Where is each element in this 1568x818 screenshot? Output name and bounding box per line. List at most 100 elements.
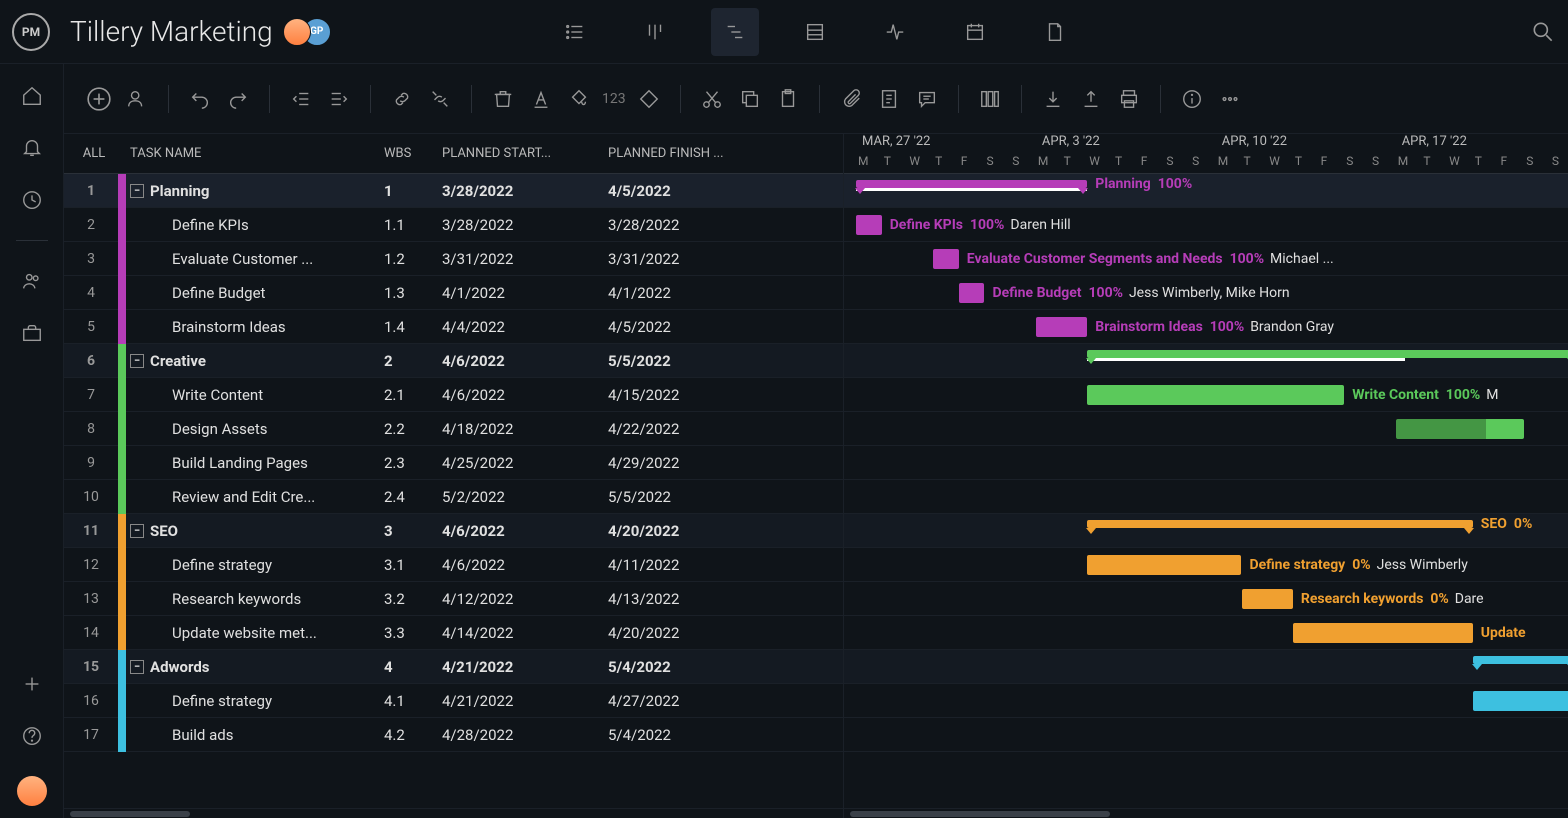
delete-icon[interactable] [488, 84, 518, 114]
view-file-icon[interactable] [1031, 8, 1079, 56]
task-name-cell[interactable]: Define KPIs [126, 216, 384, 234]
collapse-icon[interactable]: − [130, 524, 144, 538]
start-cell[interactable]: 3/28/2022 [442, 216, 608, 234]
collapse-icon[interactable]: − [130, 354, 144, 368]
task-name-cell[interactable]: Build Landing Pages [126, 454, 384, 472]
finish-cell[interactable]: 5/4/2022 [608, 726, 843, 744]
task-row[interactable]: 14Update website met...3.34/14/20224/20/… [64, 616, 843, 650]
start-cell[interactable]: 4/6/2022 [442, 556, 608, 574]
view-sheet-icon[interactable] [791, 8, 839, 56]
attachment-icon[interactable] [836, 84, 866, 114]
gantt-task-bar[interactable]: Define strategy 0%Jess Wimberly [1087, 555, 1241, 575]
task-row[interactable]: 2Define KPIs1.13/28/20223/28/2022 [64, 208, 843, 242]
copy-icon[interactable] [735, 84, 765, 114]
indent-icon[interactable] [324, 84, 354, 114]
unlink-icon[interactable] [425, 84, 455, 114]
task-row[interactable]: 11−SEO34/6/20224/20/2022 [64, 514, 843, 548]
task-name-cell[interactable]: Review and Edit Cre... [126, 488, 384, 506]
collapse-icon[interactable]: − [130, 660, 144, 674]
bell-icon[interactable] [20, 136, 44, 160]
gantt-summary-bar[interactable]: Planning 100% [856, 180, 1087, 188]
col-start[interactable]: PLANNED START... [442, 146, 608, 161]
task-row[interactable]: 15−Adwords44/21/20225/4/2022 [64, 650, 843, 684]
help-icon[interactable] [20, 724, 44, 748]
gantt-task-bar[interactable]: Evaluate Customer Segments and Needs 100… [933, 249, 959, 269]
start-cell[interactable]: 3/31/2022 [442, 250, 608, 268]
task-row[interactable]: 16Define strategy4.14/21/20224/27/2022 [64, 684, 843, 718]
start-cell[interactable]: 4/4/2022 [442, 318, 608, 336]
task-name-cell[interactable]: Define strategy [126, 556, 384, 574]
undo-icon[interactable] [185, 84, 215, 114]
redo-icon[interactable] [223, 84, 253, 114]
clock-icon[interactable] [20, 188, 44, 212]
task-name-cell[interactable]: −Planning [126, 182, 384, 200]
view-activity-icon[interactable] [871, 8, 919, 56]
outdent-icon[interactable] [286, 84, 316, 114]
add-icon[interactable] [20, 672, 44, 696]
start-cell[interactable]: 4/14/2022 [442, 624, 608, 642]
task-row[interactable]: 3Evaluate Customer ...1.23/31/20223/31/2… [64, 242, 843, 276]
gantt-task-bar[interactable]: Update [1293, 623, 1473, 643]
view-board-icon[interactable] [631, 8, 679, 56]
task-name-cell[interactable]: −SEO [126, 522, 384, 540]
gantt-h-scroll[interactable] [844, 808, 1568, 818]
print-icon[interactable] [1114, 84, 1144, 114]
task-row[interactable]: 13Research keywords3.24/12/20224/13/2022 [64, 582, 843, 616]
import-icon[interactable] [1038, 84, 1068, 114]
task-name-cell[interactable]: Brainstorm Ideas [126, 318, 384, 336]
start-cell[interactable]: 3/28/2022 [442, 182, 608, 200]
task-name-cell[interactable]: Evaluate Customer ... [126, 250, 384, 268]
view-list-icon[interactable] [551, 8, 599, 56]
task-name-cell[interactable]: −Creative [126, 352, 384, 370]
task-row[interactable]: 1−Planning13/28/20224/5/2022 [64, 174, 843, 208]
finish-cell[interactable]: 4/20/2022 [608, 624, 843, 642]
diamond-icon[interactable] [634, 84, 664, 114]
task-name-cell[interactable]: −Adwords [126, 658, 384, 676]
finish-cell[interactable]: 4/22/2022 [608, 420, 843, 438]
col-finish[interactable]: PLANNED FINISH ... [608, 146, 843, 161]
task-row[interactable]: 8Design Assets2.24/18/20224/22/2022 [64, 412, 843, 446]
task-name-cell[interactable]: Write Content [126, 386, 384, 404]
grid-h-scroll[interactable] [64, 808, 843, 818]
comment-icon[interactable] [912, 84, 942, 114]
fill-color-icon[interactable] [564, 84, 594, 114]
task-name-cell[interactable]: Define Budget [126, 284, 384, 302]
gantt-task-bar[interactable] [1396, 419, 1525, 439]
task-name-cell[interactable]: Define strategy [126, 692, 384, 710]
search-icon[interactable] [1530, 19, 1556, 45]
add-task-icon[interactable] [84, 84, 114, 114]
start-cell[interactable]: 4/25/2022 [442, 454, 608, 472]
finish-cell[interactable]: 4/27/2022 [608, 692, 843, 710]
columns-icon[interactable] [975, 84, 1005, 114]
gantt-task-bar[interactable]: Brainstorm Ideas 100%Brandon Gray [1036, 317, 1087, 337]
gantt-task-bar[interactable]: Define Budget 100%Jess Wimberly, Mike Ho… [959, 283, 985, 303]
notes-icon[interactable] [874, 84, 904, 114]
export-icon[interactable] [1076, 84, 1106, 114]
finish-cell[interactable]: 5/4/2022 [608, 658, 843, 676]
finish-cell[interactable]: 5/5/2022 [608, 352, 843, 370]
paste-icon[interactable] [773, 84, 803, 114]
finish-cell[interactable]: 3/31/2022 [608, 250, 843, 268]
gantt-task-bar[interactable] [1473, 691, 1568, 711]
start-cell[interactable]: 4/21/2022 [442, 692, 608, 710]
briefcase-icon[interactable] [20, 321, 44, 345]
collapse-icon[interactable]: − [130, 184, 144, 198]
finish-cell[interactable]: 4/20/2022 [608, 522, 843, 540]
more-icon[interactable] [1215, 84, 1245, 114]
text-color-icon[interactable] [526, 84, 556, 114]
app-logo[interactable]: PM [12, 13, 50, 51]
finish-cell[interactable]: 4/1/2022 [608, 284, 843, 302]
task-name-cell[interactable]: Update website met... [126, 624, 384, 642]
member-avatars[interactable]: GP [291, 18, 331, 46]
cut-icon[interactable] [697, 84, 727, 114]
task-row[interactable]: 7Write Content2.14/6/20224/15/2022 [64, 378, 843, 412]
task-row[interactable]: 5Brainstorm Ideas1.44/4/20224/5/2022 [64, 310, 843, 344]
start-cell[interactable]: 4/28/2022 [442, 726, 608, 744]
home-icon[interactable] [20, 84, 44, 108]
task-row[interactable]: 9Build Landing Pages2.34/25/20224/29/202… [64, 446, 843, 480]
col-all[interactable]: ALL [64, 146, 118, 161]
finish-cell[interactable]: 5/5/2022 [608, 488, 843, 506]
user-avatar[interactable] [17, 776, 47, 806]
finish-cell[interactable]: 4/11/2022 [608, 556, 843, 574]
finish-cell[interactable]: 4/15/2022 [608, 386, 843, 404]
